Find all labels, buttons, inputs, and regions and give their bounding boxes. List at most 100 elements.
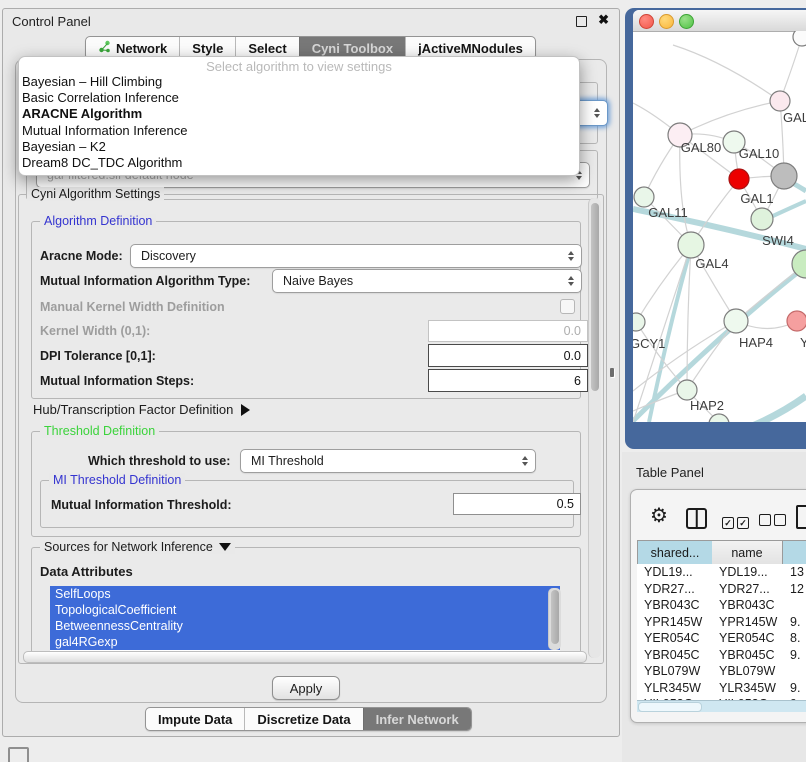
edge[interactable] <box>680 101 780 135</box>
list-item[interactable]: SelfLoops <box>50 586 560 602</box>
table-row[interactable]: YPR145W YPR145W 9. <box>637 614 806 631</box>
network-canvas[interactable]: GAL GAL80 GAL10 GAL1 GAL11 SWI4 GAL4 GCY… <box>633 31 806 422</box>
table-hscrollbar[interactable] <box>637 700 806 712</box>
sources-title[interactable]: Sources for Network Inference <box>40 540 235 554</box>
list-item[interactable]: TopologicalCoefficient <box>50 602 560 618</box>
mi-type-combo[interactable]: Naive Bayes <box>272 269 582 293</box>
node-gray[interactable] <box>771 163 797 189</box>
table-row[interactable]: YBR045C YBR045C 9. <box>637 647 806 664</box>
manual-kernel-label: Manual Kernel Width Definition <box>40 300 225 314</box>
list-item[interactable]: gal4RGexp <box>50 634 560 650</box>
column-header-name[interactable]: name <box>712 540 783 565</box>
menu-item-mutual-information[interactable]: Mutual Information Inference <box>19 123 579 139</box>
menu-item-aracne[interactable]: ARACNE Algorithm <box>19 106 579 122</box>
data-attributes-label: Data Attributes <box>40 564 133 579</box>
minimize-traffic-icon[interactable] <box>659 14 674 29</box>
new-table-icon[interactable] <box>796 505 806 529</box>
node-label: GAL80 <box>681 140 721 155</box>
aracne-mode-combo[interactable]: Discovery <box>130 244 582 268</box>
edge[interactable] <box>687 321 736 390</box>
node-salmon[interactable] <box>787 311 806 331</box>
node-hap2[interactable] <box>677 380 697 400</box>
mi-type-label: Mutual Information Algorithm Type: <box>40 274 250 288</box>
threshold-definition-title: Threshold Definition <box>40 424 159 438</box>
tab-impute-data[interactable]: Impute Data <box>146 708 244 730</box>
node-label: GAL <box>783 110 806 125</box>
mi-threshold-group: MI Threshold Definition Mutual Informati… <box>40 480 574 528</box>
deselect-all-columns-icon[interactable] <box>759 513 789 531</box>
settings-scrollbar[interactable] <box>588 198 601 658</box>
apply-button[interactable]: Apply <box>272 676 340 700</box>
node[interactable] <box>793 31 806 46</box>
hub-definition-toggle[interactable]: Hub/Transcription Factor Definition <box>33 402 250 417</box>
minimized-panel-icon[interactable] <box>8 747 29 762</box>
network-window-titlebar[interactable] <box>633 10 806 32</box>
gear-icon[interactable]: ⚙ <box>650 506 668 526</box>
mi-threshold-title: MI Threshold Definition <box>49 473 185 487</box>
menu-item-basic-correlation[interactable]: Basic Correlation Inference <box>19 90 579 106</box>
edge[interactable] <box>745 396 806 422</box>
settings-hscrollbar[interactable] <box>23 651 587 663</box>
list-scrollbar[interactable] <box>548 588 561 650</box>
mi-threshold-label: Mutual Information Threshold: <box>51 498 232 512</box>
table-row[interactable]: YER054C YER054C 8. <box>637 630 806 647</box>
data-attributes-list[interactable]: SelfLoops TopologicalCoefficient Between… <box>50 586 560 652</box>
tab-infer-network[interactable]: Infer Network <box>363 708 471 730</box>
network-view-frame[interactable]: GAL GAL80 GAL10 GAL1 GAL11 SWI4 GAL4 GCY… <box>625 8 806 449</box>
dpi-tolerance-label: DPI Tolerance [0,1]: <box>40 349 156 363</box>
control-panel-title: Control Panel <box>12 14 91 29</box>
table-hscrollbar-thumb[interactable] <box>638 702 702 712</box>
zoom-traffic-icon[interactable] <box>679 14 694 29</box>
node-label: GAL10 <box>739 146 779 161</box>
menu-item-dream8[interactable]: Dream8 DC_TDC Algorithm <box>19 155 579 171</box>
kernel-width-field: 0.0 <box>428 320 588 342</box>
algorithm-definition-title: Algorithm Definition <box>40 214 156 228</box>
menu-item-bayesian-k2[interactable]: Bayesian – K2 <box>19 139 579 155</box>
node-gal11[interactable] <box>634 187 654 207</box>
table-row[interactable]: YDR27... YDR27... 12 <box>637 581 806 598</box>
kernel-width-label: Kernel Width (0,1): <box>40 324 150 338</box>
edge[interactable] <box>673 45 780 101</box>
settings-scrollbar-thumb[interactable] <box>591 203 599 391</box>
node-label: HAP4 <box>739 335 773 350</box>
close-icon[interactable]: ✖ <box>598 12 609 28</box>
menu-item-bayesian-hill[interactable]: Bayesian – Hill Climbing <box>19 74 579 90</box>
node-label: SWI4 <box>762 233 794 248</box>
node-hap4[interactable] <box>724 309 748 333</box>
mi-steps-field[interactable]: 6 <box>428 369 588 392</box>
tab-discretize-data[interactable]: Discretize Data <box>244 708 362 730</box>
float-window-icon[interactable] <box>576 16 587 27</box>
table-row[interactable]: YLR345W YLR345W 9. <box>637 680 806 697</box>
chevron-down-icon <box>219 543 231 551</box>
node-gal2[interactable] <box>770 91 790 111</box>
table-header: shared... name <box>637 540 806 564</box>
cyni-settings-title: Cyni Algorithm Settings <box>27 187 164 201</box>
which-threshold-label: Which threshold to use: <box>88 454 230 468</box>
which-threshold-combo[interactable]: MI Threshold <box>240 449 536 473</box>
table-row[interactable]: YBL079W YBL079W <box>637 663 806 680</box>
node[interactable] <box>751 208 773 230</box>
table-row[interactable]: YDL19... YDL19... 13 <box>637 564 806 581</box>
combo-arrows-icon <box>568 251 574 261</box>
dpi-tolerance-field[interactable]: 0.0 <box>428 344 588 367</box>
column-header-shared-name[interactable]: shared... <box>637 540 713 565</box>
list-scrollbar-thumb[interactable] <box>551 590 559 644</box>
column-header[interactable] <box>783 540 806 565</box>
node-gcy1[interactable] <box>633 313 645 331</box>
splitter-grip[interactable] <box>610 368 614 377</box>
threshold-definition-group: Threshold Definition Which threshold to … <box>31 431 581 537</box>
node-label: GAL11 <box>648 205 688 220</box>
combo-arrows-icon <box>594 108 600 118</box>
network-window: GAL GAL80 GAL10 GAL1 GAL11 SWI4 GAL4 GCY… <box>633 10 806 422</box>
node-gal4[interactable] <box>678 232 704 258</box>
table-body: YDL19... YDL19... 13 YDR27... YDR27... 1… <box>637 564 806 700</box>
node-gal1-red[interactable] <box>729 169 749 189</box>
list-item[interactable]: BetweennessCentrality <box>50 618 560 634</box>
close-traffic-icon[interactable] <box>639 14 654 29</box>
combo-arrows-icon <box>568 276 574 286</box>
mi-threshold-field[interactable]: 0.5 <box>453 493 581 515</box>
chevron-right-icon <box>241 404 250 416</box>
table-row[interactable]: YBR043C YBR043C <box>637 597 806 614</box>
split-columns-icon[interactable] <box>686 508 707 529</box>
select-all-columns-icon[interactable]: ✓✓ <box>722 513 752 531</box>
